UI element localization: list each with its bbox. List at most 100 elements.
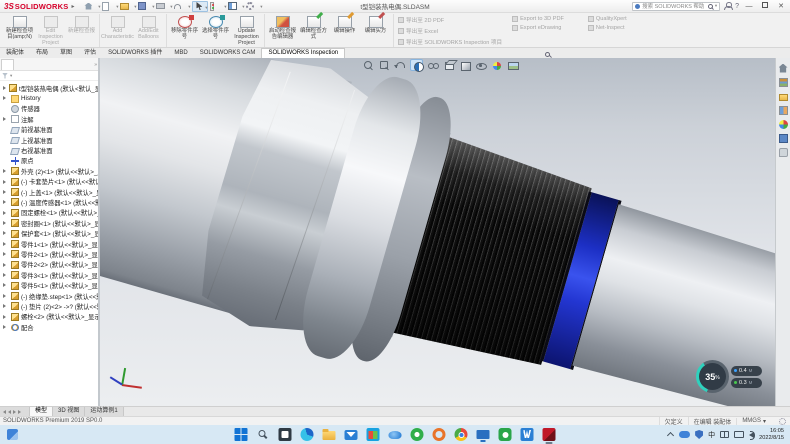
onedrive-icon[interactable]	[389, 428, 402, 441]
ribbon-button[interactable]: 编辑检查方式	[298, 14, 329, 41]
keyboard-layout-icon[interactable]	[720, 431, 729, 438]
tree-item[interactable]: 零件2<1> (默认<<默认>_显示状态	[0, 249, 98, 259]
ribbon-tab[interactable]: 评估	[78, 49, 102, 58]
tree-item[interactable]: (-) 温度传感器<1> (默认<<默认>_显	[0, 197, 98, 207]
export-menu-item[interactable]: Export eDrawing	[512, 25, 564, 31]
ribbon-tab[interactable]: SOLIDWORKS 插件	[102, 49, 168, 58]
file-explorer-icon[interactable]	[778, 91, 789, 101]
panes-icon[interactable]	[228, 1, 244, 12]
expand-arrow-icon[interactable]	[3, 252, 6, 256]
taskview-icon[interactable]	[279, 428, 292, 441]
expand-arrow-icon[interactable]	[3, 242, 6, 246]
tree-item[interactable]: (-) 卡套垫片<1> (默认<<默认>_显示	[0, 177, 98, 187]
tree-item[interactable]: 传感器	[0, 104, 98, 114]
zoom-area-icon[interactable]	[378, 59, 391, 71]
tray-overflow-icon[interactable]	[667, 432, 674, 437]
view-palette-icon[interactable]	[778, 105, 789, 115]
volume-icon[interactable]	[749, 432, 754, 438]
options-icon[interactable]	[246, 1, 262, 12]
home-icon[interactable]	[84, 1, 100, 12]
logo-expand-arrow-icon[interactable]: ▸	[71, 3, 74, 10]
mail-icon[interactable]	[345, 428, 358, 441]
scene-icon[interactable]	[506, 59, 519, 71]
tree-item[interactable]: 固定螺栓<1> (默认<<默认>_显示状	[0, 208, 98, 218]
app-ring-icon[interactable]	[433, 428, 446, 441]
document-tab[interactable]: 运动算例1	[85, 407, 123, 416]
chrome-icon[interactable]	[455, 428, 468, 441]
search-icon[interactable]	[708, 4, 713, 9]
ribbon-tab[interactable]: SOLIDWORKS CAM	[194, 49, 262, 58]
ribbon-button[interactable]: 选择零件序号	[200, 14, 231, 41]
ribbon-button[interactable]: 移除零件序号	[169, 14, 200, 41]
rebuild-icon[interactable]	[210, 1, 226, 12]
onedrive-tray-icon[interactable]	[679, 431, 690, 438]
ribbon-button[interactable]: Update Inspection Project	[231, 14, 262, 47]
command-search-icon[interactable]	[545, 52, 550, 57]
tree-root-item[interactable]: t型铠装热电偶 (默认<默认_显示状态-1>	[0, 83, 98, 93]
ribbon-tab[interactable]: 装配体	[0, 49, 30, 58]
tree-item[interactable]: 保护套<1> (默认<<默认>_显示状态	[0, 228, 98, 238]
solidworks-logo[interactable]: 3S SOLIDWORKS ▸	[0, 2, 78, 11]
open-icon[interactable]	[120, 1, 136, 12]
featuremanager-icon[interactable]	[1, 59, 14, 70]
ribbon-tab[interactable]: 布局	[30, 49, 54, 58]
wecom-icon[interactable]	[499, 428, 512, 441]
hide-show-icon[interactable]	[474, 59, 487, 71]
document-tab[interactable]: 模型	[30, 407, 53, 416]
close-button[interactable]: ✕	[775, 1, 787, 12]
search-caret-icon[interactable]: ▾	[715, 3, 717, 9]
security-shield-icon[interactable]	[695, 430, 703, 439]
zoom-fit-icon[interactable]	[362, 59, 375, 71]
select-icon[interactable]	[192, 1, 208, 12]
export-menu-item[interactable]: 导出至 SOLIDWORKS Inspection 项目	[398, 38, 502, 46]
scroll-right-icon[interactable]	[18, 410, 21, 414]
scroll-right-icon[interactable]	[13, 410, 16, 414]
tree-item[interactable]: 注解	[0, 114, 98, 124]
model-blue-seal-ring[interactable]	[540, 191, 621, 370]
dimxpertmanager-icon[interactable]	[43, 59, 56, 70]
configurationmanager-icon[interactable]	[29, 59, 42, 70]
ribbon-tab[interactable]: SOLIDWORKS Inspection	[261, 48, 345, 58]
tree-item[interactable]: (-) 绝缘垫.step<1> (默认<<默认>	[0, 291, 98, 301]
network-tray-icon[interactable]	[734, 431, 744, 438]
units-selector[interactable]: MMGS ▾	[736, 418, 771, 425]
expand-arrow-icon[interactable]	[3, 283, 6, 287]
expand-arrow-icon[interactable]	[3, 169, 6, 173]
propertymanager-icon[interactable]	[15, 59, 28, 70]
annotation-icon[interactable]	[426, 59, 439, 71]
export-menu-item[interactable]: Export to 3D PDF	[512, 16, 564, 22]
ribbon-button[interactable]: 编辑实方	[360, 14, 391, 35]
export-menu-item[interactable]: QualityXpert	[588, 16, 627, 22]
login-user-icon[interactable]	[724, 2, 731, 10]
expand-arrow-icon[interactable]	[3, 86, 6, 90]
tab-scroll-buttons[interactable]	[0, 407, 30, 416]
expand-arrow-icon[interactable]	[3, 231, 6, 235]
ime-indicator[interactable]: 中	[708, 430, 715, 440]
expand-arrow-icon[interactable]	[3, 315, 6, 319]
custom-properties-icon[interactable]	[778, 133, 789, 143]
status-options-icon[interactable]	[779, 418, 786, 425]
ribbon-button[interactable]: 编辑操作	[329, 14, 360, 35]
clock[interactable]: 16:05 2022/8/15	[759, 428, 784, 441]
print-icon[interactable]	[156, 1, 172, 12]
tree-item[interactable]: 原点	[0, 156, 98, 166]
tree-item[interactable]: 配合	[0, 322, 98, 332]
ribbon-button[interactable]: Add/Edit Balloons	[133, 14, 164, 41]
home-icon[interactable]	[778, 63, 789, 73]
export-menu-item[interactable]: 导出至 Excel	[398, 27, 502, 35]
tree-item[interactable]: (-) 上盖<1> (默认<<默认>_显示状态	[0, 187, 98, 197]
tree-item[interactable]: 外壳 (2)<1> (默认<<默认>_显示状态	[0, 166, 98, 176]
save-icon[interactable]	[138, 1, 154, 12]
ribbon-tab[interactable]: 草图	[54, 49, 78, 58]
help-search-input[interactable]: 搜索 SOLIDWORKS 帮助 ▾	[632, 2, 720, 11]
tree-item[interactable]: 零件2<2> (默认<<默认>_显示状态	[0, 260, 98, 270]
model-shell-cylinder[interactable]	[100, 58, 352, 328]
panel-tabs-overflow[interactable]: »	[94, 62, 97, 68]
widgets-icon[interactable]	[6, 428, 19, 441]
expand-arrow-icon[interactable]	[3, 273, 6, 277]
help-button[interactable]: ?	[735, 3, 739, 10]
tree-item[interactable]: History	[0, 93, 98, 103]
expand-arrow-icon[interactable]	[3, 221, 6, 225]
graphics-area[interactable]: 35 % 0.4 M 0.3	[100, 58, 775, 406]
filter-caret-icon[interactable]: ▾	[10, 73, 12, 79]
